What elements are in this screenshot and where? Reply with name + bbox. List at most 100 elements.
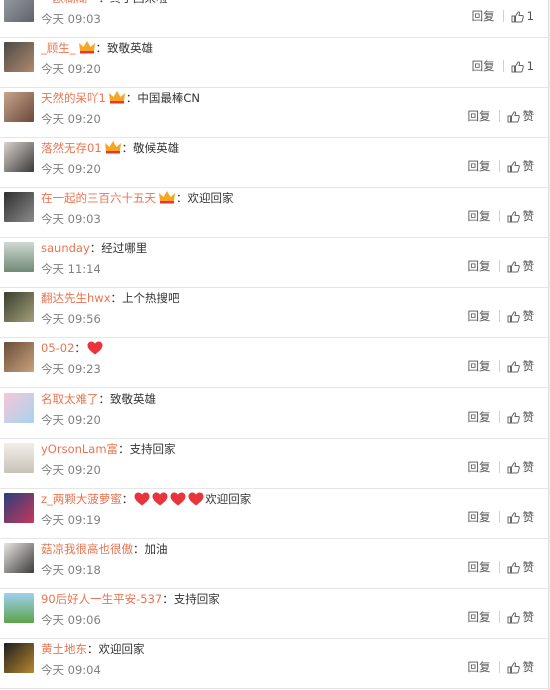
avatar[interactable] — [4, 0, 34, 22]
comment-row: 落然无存01 ：敬候英雄 今天 09:20 回复 赞 — [0, 138, 548, 188]
avatar[interactable] — [4, 342, 34, 372]
thumbs-up-icon — [507, 610, 523, 624]
like-button[interactable]: 赞 — [507, 258, 534, 274]
action-divider — [498, 560, 500, 573]
like-button[interactable]: 赞 — [507, 108, 534, 124]
comment-actions: 回复 赞 — [468, 608, 535, 624]
comment-line: 菇凉我很高也很傲：加油 — [41, 540, 168, 558]
heart-icon — [170, 492, 186, 511]
comment-actions: 回复 赞 — [468, 107, 535, 123]
avatar[interactable] — [4, 593, 34, 623]
comment-line: 名取太难了：致敬英雄 — [41, 390, 156, 408]
comment-line: yOrsonLam富：支持回家 — [41, 440, 176, 458]
like-button[interactable]: 赞 — [507, 158, 534, 174]
like-button[interactable]: 赞 — [507, 559, 535, 575]
comment-line: 一欧糊糊一：终于回来啦 — [41, 0, 168, 7]
action-divider — [498, 660, 500, 673]
like-button[interactable]: 1 — [511, 8, 534, 24]
comment-row: 名取太难了：致敬英雄 今天 09:20 回复 赞 — [0, 389, 548, 439]
action-divider — [498, 259, 500, 272]
avatar[interactable] — [4, 443, 34, 473]
comment-time: 今天 09:56 — [41, 312, 101, 326]
comment-row: 翻达先生hwx：上个热搜吧 今天 09:56 回复 赞 — [0, 288, 548, 338]
reply-button[interactable]: 回复 — [468, 308, 491, 324]
like-button[interactable]: 赞 — [507, 459, 534, 475]
heart-icon — [152, 492, 168, 511]
reply-button[interactable]: 回复 — [472, 8, 495, 24]
action-divider — [498, 359, 500, 372]
action-divider — [498, 610, 500, 623]
comment-time: 今天 09:20 — [41, 463, 101, 477]
action-divider — [502, 59, 504, 72]
username-link[interactable]: 落然无存01 — [41, 141, 102, 155]
like-button[interactable]: 赞 — [507, 308, 534, 324]
username-link[interactable]: 名取太难了 — [41, 392, 99, 406]
action-divider — [498, 159, 500, 172]
reply-button[interactable]: 回复 — [468, 258, 491, 274]
like-button[interactable]: 1 — [511, 58, 534, 74]
avatar[interactable] — [4, 192, 34, 222]
separator: ： — [133, 542, 145, 556]
comment-row: 黄土地东：欢迎回家 今天 09:04 回复 赞 — [0, 639, 548, 689]
username-link[interactable]: 菇凉我很高也很傲 — [41, 542, 133, 556]
reply-button[interactable]: 回复 — [468, 509, 491, 525]
like-label: 赞 — [522, 208, 535, 223]
like-button[interactable]: 赞 — [507, 659, 534, 675]
thumbs-up-icon — [507, 410, 523, 424]
comment-row: 在一起的三百六十五天 ：欢迎回家 今天 09:03 回复 赞 — [0, 188, 548, 238]
reply-button[interactable]: 回复 — [468, 358, 491, 374]
username-link[interactable]: 90后好人一生平安-537 — [41, 592, 162, 606]
avatar[interactable] — [4, 42, 34, 72]
comment-actions: 回复 赞 — [468, 458, 535, 474]
vip-badge-icon — [108, 90, 126, 109]
reply-button[interactable]: 回复 — [468, 609, 491, 625]
username-link[interactable]: saunday — [41, 241, 90, 255]
like-button[interactable]: 赞 — [507, 609, 534, 625]
username-link[interactable]: 黄土地东 — [41, 642, 87, 656]
comment-text: 致敬英雄 — [110, 392, 156, 406]
comment-time: 今天 09:20 — [41, 162, 101, 176]
reply-button[interactable]: 回复 — [468, 208, 491, 224]
username-link[interactable]: 翻达先生hwx — [41, 291, 111, 305]
reply-button[interactable]: 回复 — [468, 659, 491, 675]
reply-button[interactable]: 回复 — [468, 459, 491, 475]
comment-time: 今天 09:03 — [41, 12, 101, 26]
reply-button[interactable]: 回复 — [468, 158, 491, 174]
like-button[interactable]: 赞 — [507, 208, 535, 224]
reply-button[interactable]: 回复 — [468, 559, 491, 575]
reply-button[interactable]: 回复 — [468, 108, 491, 124]
separator: ： — [110, 291, 123, 305]
username-link[interactable]: yOrsonLam富 — [41, 442, 118, 456]
username-link[interactable]: 天然的呆吖1 — [41, 91, 106, 105]
avatar[interactable] — [4, 242, 34, 272]
username-link[interactable]: 05-02 — [41, 341, 74, 355]
like-button[interactable]: 赞 — [507, 509, 534, 525]
avatar[interactable] — [4, 92, 34, 122]
comment-line: z_两颗大菠萝蜜： 欢迎回家 — [41, 490, 251, 508]
avatar[interactable] — [4, 543, 34, 573]
username-link[interactable]: 在一起的三百六十五天 — [41, 191, 156, 205]
username-link[interactable]: _顾生_ — [41, 41, 76, 55]
avatar[interactable] — [4, 393, 34, 423]
comment-row: 90后好人一生平安-537：支持回家 今天 09:06 回复 赞 — [0, 589, 548, 639]
username-link[interactable]: z_两颗大菠萝蜜 — [41, 492, 122, 506]
reply-button[interactable]: 回复 — [468, 409, 491, 425]
comment-text: 中国最棒CN — [137, 91, 200, 105]
heart-icon — [134, 492, 150, 511]
separator: ： — [74, 341, 86, 355]
comment-row: 天然的呆吖1 ：中国最棒CN 今天 09:20 回复 赞 — [0, 88, 548, 138]
avatar[interactable] — [4, 493, 34, 523]
avatar[interactable] — [4, 643, 34, 673]
comment-line: 05-02： — [41, 339, 104, 357]
separator: ： — [162, 592, 174, 606]
like-label: 赞 — [522, 559, 535, 574]
reply-button[interactable]: 回复 — [472, 58, 495, 74]
avatar[interactable] — [4, 292, 34, 322]
avatar[interactable] — [4, 142, 34, 172]
like-button[interactable]: 赞 — [507, 409, 534, 425]
comment-text: 支持回家 — [129, 442, 176, 456]
username-link[interactable]: 一欧糊糊一 — [41, 0, 99, 5]
comment-time: 今天 09:06 — [41, 613, 101, 627]
comment-actions: 回复 赞 — [468, 257, 535, 273]
like-button[interactable]: 赞 — [507, 358, 534, 374]
